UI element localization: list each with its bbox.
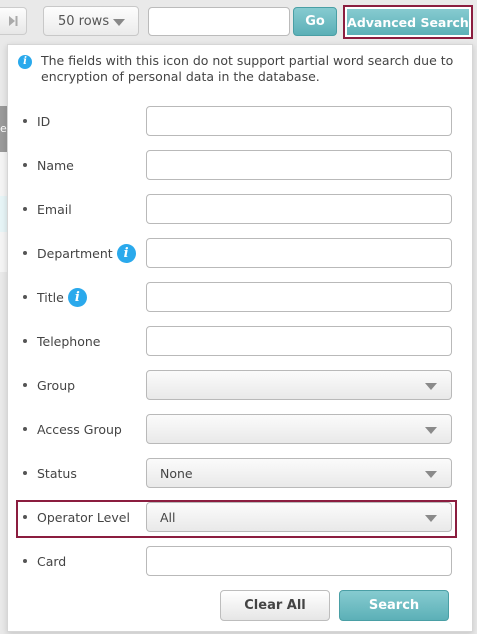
field-label-text: Operator Level <box>37 509 130 525</box>
bullet-icon <box>23 427 27 431</box>
field-row-department: Department i <box>8 237 472 269</box>
bullet-icon <box>23 471 27 475</box>
operator-level-select[interactable]: All <box>146 502 452 532</box>
access-group-select[interactable] <box>146 414 452 444</box>
field-label-access-group: Access Group <box>37 413 122 445</box>
title-input[interactable] <box>146 282 452 312</box>
field-label-card: Card <box>37 545 66 577</box>
field-label-text: Name <box>37 157 74 173</box>
email-input[interactable] <box>146 194 452 224</box>
bullet-icon <box>23 339 27 343</box>
chevron-down-icon <box>425 427 437 434</box>
advanced-search-button[interactable]: Advanced Search <box>343 5 473 39</box>
field-label-id: ID <box>37 105 50 137</box>
field-row-access-group: Access Group <box>8 413 472 445</box>
bullet-icon <box>23 163 27 167</box>
field-label-operator-level: Operator Level <box>37 501 130 533</box>
chevron-down-icon <box>113 19 125 26</box>
field-label-text: Title <box>37 289 64 305</box>
name-input[interactable] <box>146 150 452 180</box>
bullet-icon <box>23 515 27 519</box>
info-icon: i <box>116 243 136 263</box>
clear-all-button[interactable]: Clear All <box>220 590 330 621</box>
bullet-icon <box>23 559 27 563</box>
field-label-text: Department <box>37 245 113 261</box>
field-row-card: Card <box>8 545 472 577</box>
field-label-text: Email <box>37 201 72 217</box>
field-row-id: ID <box>8 105 472 137</box>
chevron-down-icon <box>425 515 437 522</box>
field-row-group: Group <box>8 369 472 401</box>
field-label-text: Status <box>37 465 77 481</box>
skip-to-end-icon <box>9 16 18 26</box>
bullet-icon <box>23 295 27 299</box>
bullet-icon <box>23 383 27 387</box>
field-row-status: Status None <box>8 457 472 489</box>
advanced-search-label: Advanced Search <box>347 9 469 35</box>
field-label-text: ID <box>37 113 51 129</box>
info-icon: i <box>18 55 32 69</box>
rows-per-page-select[interactable]: 50 rows <box>43 6 139 36</box>
field-row-telephone: Telephone <box>8 325 472 357</box>
chevron-down-icon <box>425 471 437 478</box>
encryption-notice-text: The fields with this icon do not support… <box>41 53 454 84</box>
department-input[interactable] <box>146 238 452 268</box>
quick-search-input[interactable] <box>148 7 290 36</box>
status-selected-value: None <box>160 465 193 481</box>
field-label-text: Telephone <box>37 333 101 349</box>
background-fragment-text: e <box>0 122 7 135</box>
bullet-icon <box>23 207 27 211</box>
field-row-name: Name <box>8 149 472 181</box>
search-button[interactable]: Search <box>339 590 449 621</box>
telephone-input[interactable] <box>146 326 452 356</box>
field-label-status: Status <box>37 457 77 489</box>
go-button[interactable]: Go <box>293 7 337 36</box>
info-icon: i <box>67 287 87 307</box>
card-input[interactable] <box>146 546 452 576</box>
field-label-text: Card <box>37 553 67 569</box>
bullet-icon <box>23 251 27 255</box>
advanced-search-panel: i The fields with this icon do not suppo… <box>7 44 473 632</box>
field-label-department: Department i <box>37 237 136 269</box>
field-row-title: Title i <box>8 281 472 313</box>
field-label-name: Name <box>37 149 74 181</box>
field-label-text: Group <box>37 377 76 393</box>
field-label-text: Access Group <box>37 421 122 437</box>
chevron-down-icon <box>425 383 437 390</box>
operator-level-selected-value: All <box>160 509 176 525</box>
field-row-operator-level: Operator Level All <box>8 501 472 533</box>
last-page-button[interactable] <box>0 7 27 35</box>
field-label-group: Group <box>37 369 75 401</box>
rows-per-page-value: 50 rows <box>58 13 110 29</box>
field-label-email: Email <box>37 193 72 225</box>
field-label-title: Title i <box>37 281 87 313</box>
status-select[interactable]: None <box>146 458 452 488</box>
encryption-notice: i The fields with this icon do not suppo… <box>18 53 458 85</box>
group-select[interactable] <box>146 370 452 400</box>
field-row-email: Email <box>8 193 472 225</box>
bullet-icon <box>23 119 27 123</box>
field-label-telephone: Telephone <box>37 325 100 357</box>
id-input[interactable] <box>146 106 452 136</box>
